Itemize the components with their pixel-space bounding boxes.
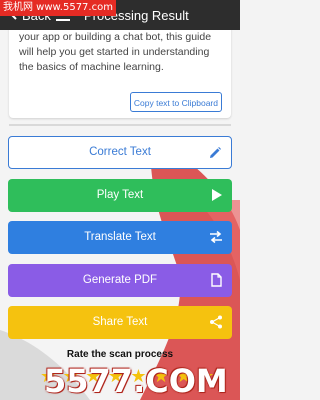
- play-text-label: Play Text: [96, 189, 144, 201]
- share-text-label: Share Text: [92, 316, 148, 328]
- copy-to-clipboard-button[interactable]: Copy text to Clipboard: [129, 92, 222, 112]
- document-icon: [211, 273, 222, 287]
- generate-pdf-label: Generate PDF: [82, 274, 158, 286]
- scroll-divider: [9, 124, 231, 126]
- share-icon: [210, 315, 222, 329]
- translate-text-label: Translate Text: [84, 231, 156, 243]
- correct-text-button[interactable]: Correct Text: [8, 136, 232, 169]
- swap-arrows-icon: [210, 230, 222, 244]
- share-text-button[interactable]: Share Text: [8, 306, 232, 339]
- scanned-text-card: your app or building a chat bot, this gu…: [9, 22, 231, 118]
- pencil-icon: [210, 147, 221, 158]
- translate-text-button[interactable]: Translate Text: [8, 221, 232, 254]
- play-icon: [212, 189, 222, 201]
- watermark-bottom: 5577.COM: [44, 362, 228, 400]
- play-text-button[interactable]: Play Text: [8, 179, 232, 212]
- rate-label: Rate the scan process: [66, 349, 174, 360]
- watermark-top: 我机网 www.5577.com: [0, 0, 116, 16]
- correct-text-label: Correct Text: [89, 146, 151, 158]
- generate-pdf-button[interactable]: Generate PDF: [8, 264, 232, 297]
